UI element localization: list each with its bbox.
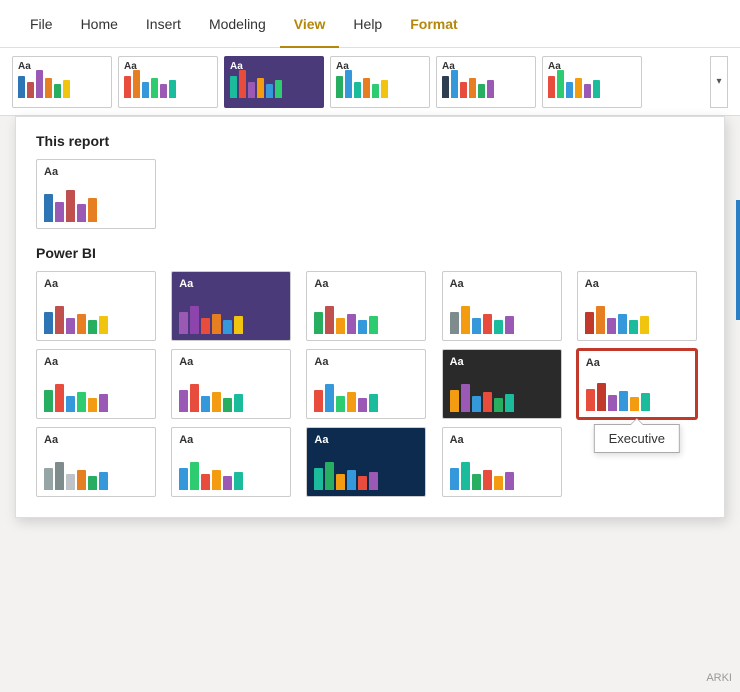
ribbon-theme-thumb[interactable]: Aa (542, 56, 642, 108)
theme-dropdown-panel: This report Aa Power BI AaAaAaAaAaAaAaAa… (15, 116, 725, 518)
ribbon-theme-thumb[interactable]: Aa (12, 56, 112, 108)
power-bi-theme-card[interactable]: AaExecutive (577, 349, 697, 419)
theme-ribbon: AaAaAaAaAaAa ▾ (0, 48, 740, 116)
power-bi-theme-card[interactable]: Aa (36, 427, 156, 497)
power-bi-theme-card[interactable]: Aa (306, 271, 426, 341)
power-bi-themes-grid: AaAaAaAaAaAaAaAaAaAaExecutiveAaAaAaAa (36, 271, 704, 497)
this-report-theme[interactable]: Aa (36, 159, 156, 229)
power-bi-label: Power BI (36, 245, 704, 261)
arki-watermark: ARKI (706, 672, 732, 684)
menu-home[interactable]: Home (67, 0, 132, 48)
ribbon-scroll-button[interactable]: ▾ (710, 56, 728, 108)
power-bi-theme-card[interactable]: Aa (442, 349, 562, 419)
menu-help[interactable]: Help (339, 0, 396, 48)
ribbon-theme-thumb[interactable]: Aa (436, 56, 536, 108)
power-bi-theme-card[interactable]: Aa (171, 271, 291, 341)
power-bi-theme-card[interactable]: Aa (171, 427, 291, 497)
power-bi-theme-card[interactable]: Aa (171, 349, 291, 419)
power-bi-theme-card[interactable]: Aa (442, 271, 562, 341)
power-bi-theme-card[interactable]: Aa (577, 271, 697, 341)
ribbon-theme-thumb[interactable]: Aa (330, 56, 430, 108)
power-bi-theme-card[interactable]: Aa (306, 427, 426, 497)
power-bi-theme-card[interactable]: Aa (306, 349, 426, 419)
power-bi-theme-card[interactable]: Aa (36, 349, 156, 419)
menu-insert[interactable]: Insert (132, 0, 195, 48)
menu-file[interactable]: File (16, 0, 67, 48)
this-report-grid: Aa (36, 159, 704, 229)
menu-view[interactable]: View (280, 0, 340, 48)
ribbon-theme-thumb[interactable]: Aa (224, 56, 324, 108)
power-bi-theme-card[interactable]: Aa (36, 271, 156, 341)
menu-modeling[interactable]: Modeling (195, 0, 280, 48)
blue-line-decoration (736, 200, 740, 320)
this-report-label: This report (36, 133, 704, 149)
theme-tooltip: Executive (594, 424, 680, 453)
menu-bar: File Home Insert Modeling View Help Form… (0, 0, 740, 48)
power-bi-theme-card[interactable]: Aa (442, 427, 562, 497)
menu-format[interactable]: Format (396, 0, 471, 48)
theme-ribbon-scroll: AaAaAaAaAaAa (12, 56, 704, 108)
ribbon-theme-thumb[interactable]: Aa (118, 56, 218, 108)
